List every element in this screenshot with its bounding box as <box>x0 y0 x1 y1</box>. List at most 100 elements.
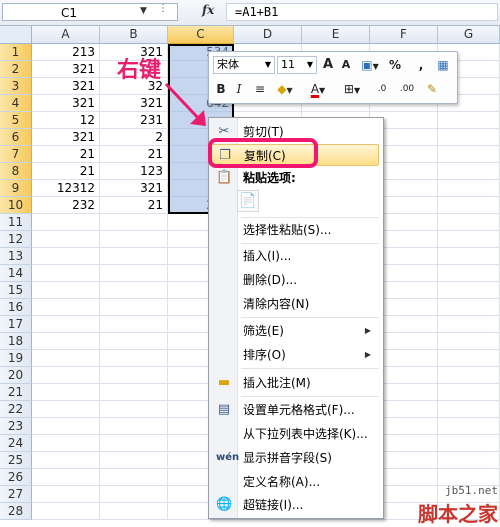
cell-b23[interactable] <box>100 418 168 435</box>
accounting-format-button[interactable]: ▣▼ <box>357 56 383 74</box>
column-header-f[interactable]: F <box>370 26 438 44</box>
grow-font-button[interactable]: A <box>320 56 336 74</box>
name-box[interactable]: C1 ▼ <box>2 3 178 21</box>
column-header-d[interactable]: D <box>234 26 302 44</box>
cell-g8[interactable] <box>438 163 500 180</box>
menu-item-insert[interactable]: 插入(I)... <box>211 245 379 267</box>
cell-a4[interactable]: 321 <box>32 95 100 112</box>
cell-b28[interactable] <box>100 503 168 520</box>
cell-a3[interactable]: 321 <box>32 78 100 95</box>
row-header-21[interactable]: 21 <box>0 384 32 401</box>
cell-b7[interactable]: 21 <box>100 146 168 163</box>
row-header-9[interactable]: 9 <box>0 180 32 197</box>
cell-a8[interactable]: 21 <box>32 163 100 180</box>
column-header-a[interactable]: A <box>32 26 100 44</box>
row-header-22[interactable]: 22 <box>0 401 32 418</box>
cell-a24[interactable] <box>32 435 100 452</box>
cell-g25[interactable] <box>438 452 500 469</box>
paste-values-icon[interactable]: 📄 <box>237 190 259 212</box>
font-color-button[interactable]: A▼ <box>305 80 331 98</box>
cell-g15[interactable] <box>438 282 500 299</box>
chevron-down-icon[interactable]: ▼ <box>140 6 147 16</box>
row-header-14[interactable]: 14 <box>0 265 32 282</box>
cell-b19[interactable] <box>100 350 168 367</box>
cell-a23[interactable] <box>32 418 100 435</box>
increase-decimal-button[interactable]: .0 <box>371 80 393 98</box>
cell-a26[interactable] <box>32 469 100 486</box>
row-header-28[interactable]: 28 <box>0 503 32 520</box>
format-painter-icon[interactable]: ✎ <box>423 80 441 98</box>
cell-g7[interactable] <box>438 146 500 163</box>
column-header-b[interactable]: B <box>100 26 168 44</box>
row-header-13[interactable]: 13 <box>0 248 32 265</box>
cell-b24[interactable] <box>100 435 168 452</box>
menu-item-paste-special[interactable]: 选择性粘贴(S)... <box>211 219 379 241</box>
cell-b18[interactable] <box>100 333 168 350</box>
cell-b6[interactable]: 2 <box>100 129 168 146</box>
row-header-3[interactable]: 3 <box>0 78 32 95</box>
italic-button[interactable]: I <box>231 80 247 98</box>
cell-a1[interactable]: 213 <box>32 44 100 61</box>
cell-b22[interactable] <box>100 401 168 418</box>
cell-g13[interactable] <box>438 248 500 265</box>
cell-b21[interactable] <box>100 384 168 401</box>
formula-input[interactable]: =A1+B1 <box>226 3 498 21</box>
cell-a9[interactable]: 12312 <box>32 180 100 197</box>
cell-g19[interactable] <box>438 350 500 367</box>
menu-item-hyperlink[interactable]: 🌐 超链接(I)... <box>211 494 379 516</box>
row-header-20[interactable]: 20 <box>0 367 32 384</box>
font-size-select[interactable]: 11 ▼ <box>277 56 317 74</box>
borders-icon[interactable]: ⊞▼ <box>339 80 365 98</box>
cell-a5[interactable]: 12 <box>32 112 100 129</box>
column-header-c[interactable]: C <box>168 26 234 44</box>
row-header-7[interactable]: 7 <box>0 146 32 163</box>
cell-a10[interactable]: 232 <box>32 197 100 214</box>
cell-g10[interactable] <box>438 197 500 214</box>
cell-b14[interactable] <box>100 265 168 282</box>
cell-g23[interactable] <box>438 418 500 435</box>
column-header-g[interactable]: G <box>438 26 500 44</box>
row-header-17[interactable]: 17 <box>0 316 32 333</box>
row-header-1[interactable]: 1 <box>0 44 32 61</box>
cell-b25[interactable] <box>100 452 168 469</box>
menu-item-insert-comment[interactable]: ▬ 插入批注(M) <box>211 372 379 394</box>
percent-style-button[interactable]: % <box>387 56 403 74</box>
row-header-8[interactable]: 8 <box>0 163 32 180</box>
font-name-select[interactable]: 宋体 ▼ <box>213 56 275 74</box>
cell-a15[interactable] <box>32 282 100 299</box>
fill-color-icon[interactable]: ◆▼ <box>271 80 299 98</box>
cell-a14[interactable] <box>32 265 100 282</box>
menu-item-define-name[interactable]: 定义名称(A)... <box>211 471 379 493</box>
cell-b10[interactable]: 21 <box>100 197 168 214</box>
cell-a25[interactable] <box>32 452 100 469</box>
cell-g22[interactable] <box>438 401 500 418</box>
row-header-25[interactable]: 25 <box>0 452 32 469</box>
select-all-corner[interactable] <box>0 26 32 44</box>
cell-g16[interactable] <box>438 299 500 316</box>
row-header-23[interactable]: 23 <box>0 418 32 435</box>
cell-b5[interactable]: 231 <box>100 112 168 129</box>
shrink-font-button[interactable]: A <box>338 56 354 74</box>
cell-a11[interactable] <box>32 214 100 231</box>
cell-a18[interactable] <box>32 333 100 350</box>
cell-g14[interactable] <box>438 265 500 282</box>
menu-item-sort[interactable]: 排序(O) ▶ <box>211 344 379 366</box>
row-header-5[interactable]: 5 <box>0 112 32 129</box>
row-header-6[interactable]: 6 <box>0 129 32 146</box>
menu-item-show-phonetic[interactable]: wén 显示拼音字段(S) <box>211 447 379 469</box>
cell-g17[interactable] <box>438 316 500 333</box>
cell-a28[interactable] <box>32 503 100 520</box>
column-header-e[interactable]: E <box>302 26 370 44</box>
cell-a19[interactable] <box>32 350 100 367</box>
cell-g20[interactable] <box>438 367 500 384</box>
cell-b27[interactable] <box>100 486 168 503</box>
cell-g21[interactable] <box>438 384 500 401</box>
cell-b4[interactable]: 321 <box>100 95 168 112</box>
resize-handle-icon[interactable]: ⋮ <box>158 3 168 14</box>
decrease-decimal-button[interactable]: .00 <box>395 80 419 98</box>
cell-g5[interactable] <box>438 112 500 129</box>
cell-b17[interactable] <box>100 316 168 333</box>
row-header-2[interactable]: 2 <box>0 61 32 78</box>
menu-item-clear-contents[interactable]: 清除内容(N) <box>211 293 379 315</box>
cell-b20[interactable] <box>100 367 168 384</box>
